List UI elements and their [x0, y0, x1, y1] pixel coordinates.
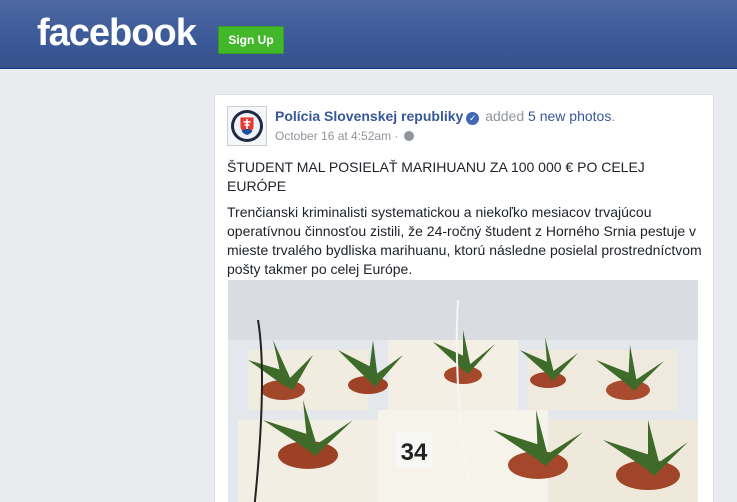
top-bar: facebook Sign Up: [0, 0, 737, 69]
page-avatar[interactable]: [227, 106, 267, 146]
new-photos-link[interactable]: 5 new photos: [528, 108, 611, 124]
post-card: Polícia Slovenskej republiky ✓ added 5 ne…: [214, 94, 714, 502]
cannabis-plants-photo: 34: [228, 280, 698, 502]
post-meta: October 16 at 4:52am ·: [275, 129, 414, 143]
photo-number-label: 34: [401, 439, 428, 466]
signup-button[interactable]: Sign Up: [218, 26, 284, 54]
verified-badge-icon: ✓: [466, 112, 480, 125]
post-body: Trenčianski kriminalisti systematickou a…: [227, 204, 702, 277]
police-emblem-icon: [231, 110, 263, 142]
page-name-link[interactable]: Polícia Slovenskej republiky: [275, 108, 463, 124]
globe-icon[interactable]: [403, 131, 414, 141]
post-photo[interactable]: 34: [228, 280, 698, 502]
facebook-logo[interactable]: facebook: [37, 11, 197, 55]
post-header: Polícia Slovenskej republiky ✓ added 5 ne…: [275, 108, 615, 125]
meta-separator: ·: [394, 129, 399, 143]
action-text: added: [485, 108, 525, 124]
action-suffix: .: [611, 108, 616, 124]
post-timestamp[interactable]: October 16 at 4:52am: [275, 129, 391, 143]
post-title: ŠTUDENT MAL POSIELAŤ MARIHUANU ZA 100 00…: [227, 159, 645, 194]
